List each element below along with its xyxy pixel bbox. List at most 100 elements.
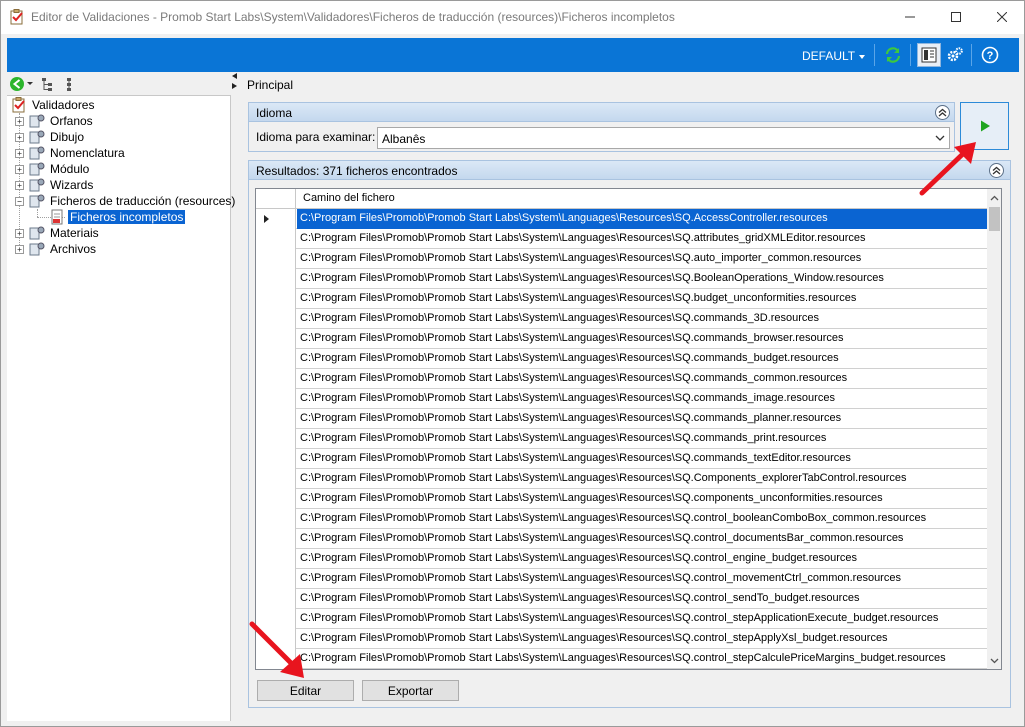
table-row[interactable]: C:\Program Files\Promob\Promob Start Lab… <box>256 629 987 649</box>
file-path-cell[interactable]: C:\Program Files\Promob\Promob Start Lab… <box>297 289 987 309</box>
edit-button[interactable]: Editar <box>257 680 354 701</box>
expand-tree-button[interactable] <box>40 76 56 92</box>
tree-root[interactable]: Validadores <box>11 97 96 113</box>
file-path-cell[interactable]: C:\Program Files\Promob\Promob Start Lab… <box>297 529 987 549</box>
file-path-cell[interactable]: C:\Program Files\Promob\Promob Start Lab… <box>297 469 987 489</box>
file-path-cell[interactable]: C:\Program Files\Promob\Promob Start Lab… <box>297 349 987 369</box>
file-path-cell[interactable]: C:\Program Files\Promob\Promob Start Lab… <box>297 229 987 249</box>
file-path-cell[interactable]: C:\Program Files\Promob\Promob Start Lab… <box>297 589 987 609</box>
tree-item-dibujo[interactable]: + Dibujo <box>15 129 86 145</box>
expand-plus-icon[interactable]: + <box>15 244 24 254</box>
table-row[interactable]: C:\Program Files\Promob\Promob Start Lab… <box>256 289 987 309</box>
row-header[interactable] <box>256 369 296 389</box>
row-header[interactable] <box>256 469 296 489</box>
vertical-scrollbar[interactable] <box>987 189 1001 669</box>
row-header[interactable] <box>256 289 296 309</box>
table-row[interactable]: C:\Program Files\Promob\Promob Start Lab… <box>256 349 987 369</box>
row-header[interactable] <box>256 349 296 369</box>
expand-plus-icon[interactable]: + <box>15 180 24 190</box>
file-path-cell[interactable]: C:\Program Files\Promob\Promob Start Lab… <box>297 449 987 469</box>
table-row[interactable]: C:\Program Files\Promob\Promob Start Lab… <box>256 269 987 289</box>
row-header[interactable] <box>256 389 296 409</box>
row-header[interactable] <box>256 589 296 609</box>
table-row[interactable]: C:\Program Files\Promob\Promob Start Lab… <box>256 489 987 509</box>
tab-principal[interactable]: Principal <box>247 78 293 92</box>
collapse-idioma-button[interactable] <box>935 105 950 120</box>
file-path-cell[interactable]: C:\Program Files\Promob\Promob Start Lab… <box>297 429 987 449</box>
expand-plus-icon[interactable]: + <box>15 164 24 174</box>
file-path-cell[interactable]: C:\Program Files\Promob\Promob Start Lab… <box>297 609 987 629</box>
table-row[interactable]: C:\Program Files\Promob\Promob Start Lab… <box>256 369 987 389</box>
tree-item-archivos[interactable]: + Archivos <box>15 241 98 257</box>
row-header[interactable] <box>256 209 296 229</box>
scroll-up-button[interactable] <box>987 189 1001 206</box>
collapse-tree-button[interactable] <box>62 76 78 92</box>
table-row[interactable]: C:\Program Files\Promob\Promob Start Lab… <box>256 569 987 589</box>
expand-plus-icon[interactable]: + <box>15 228 24 238</box>
scroll-down-button[interactable] <box>987 652 1001 669</box>
profile-dropdown[interactable]: DEFAULT <box>802 49 866 63</box>
tree-item-ficheros-traduccion[interactable]: − Ficheros de traducción (resources) <box>15 193 237 209</box>
tree-item-nomenclatura[interactable]: + Nomenclatura <box>15 145 127 161</box>
table-row[interactable]: C:\Program Files\Promob\Promob Start Lab… <box>256 209 987 229</box>
row-header[interactable] <box>256 429 296 449</box>
refresh-button[interactable] <box>881 43 905 67</box>
table-row[interactable]: C:\Program Files\Promob\Promob Start Lab… <box>256 649 987 669</box>
table-row[interactable]: C:\Program Files\Promob\Promob Start Lab… <box>256 229 987 249</box>
table-row[interactable]: C:\Program Files\Promob\Promob Start Lab… <box>256 469 987 489</box>
tree-item-materiais[interactable]: + Materiais <box>15 225 101 241</box>
tree-item-modulo[interactable]: + Módulo <box>15 161 91 177</box>
export-button[interactable]: Exportar <box>362 680 459 701</box>
file-path-cell[interactable]: C:\Program Files\Promob\Promob Start Lab… <box>297 209 987 229</box>
file-path-cell[interactable]: C:\Program Files\Promob\Promob Start Lab… <box>297 249 987 269</box>
table-row[interactable]: C:\Program Files\Promob\Promob Start Lab… <box>256 589 987 609</box>
minimize-button[interactable] <box>887 1 933 33</box>
row-header[interactable] <box>256 489 296 509</box>
file-path-cell[interactable]: C:\Program Files\Promob\Promob Start Lab… <box>297 489 987 509</box>
column-header-path[interactable]: Camino del fichero <box>303 192 395 204</box>
idioma-select[interactable]: Albanês <box>377 127 950 149</box>
help-button[interactable]: ? <box>978 43 1002 67</box>
table-row[interactable]: C:\Program Files\Promob\Promob Start Lab… <box>256 389 987 409</box>
row-header[interactable] <box>256 449 296 469</box>
table-row[interactable]: C:\Program Files\Promob\Promob Start Lab… <box>256 509 987 529</box>
file-path-cell[interactable]: C:\Program Files\Promob\Promob Start Lab… <box>297 309 987 329</box>
file-path-cell[interactable]: C:\Program Files\Promob\Promob Start Lab… <box>297 549 987 569</box>
expand-plus-icon[interactable]: + <box>15 132 24 142</box>
row-header[interactable] <box>256 229 296 249</box>
file-path-cell[interactable]: C:\Program Files\Promob\Promob Start Lab… <box>297 389 987 409</box>
file-path-cell[interactable]: C:\Program Files\Promob\Promob Start Lab… <box>297 509 987 529</box>
table-row[interactable]: C:\Program Files\Promob\Promob Start Lab… <box>256 529 987 549</box>
file-path-cell[interactable]: C:\Program Files\Promob\Promob Start Lab… <box>297 409 987 429</box>
table-row[interactable]: C:\Program Files\Promob\Promob Start Lab… <box>256 429 987 449</box>
row-header[interactable] <box>256 409 296 429</box>
close-button[interactable] <box>979 1 1025 33</box>
back-button[interactable] <box>9 76 25 92</box>
file-path-cell[interactable]: C:\Program Files\Promob\Promob Start Lab… <box>297 629 987 649</box>
row-header[interactable] <box>256 529 296 549</box>
table-row[interactable]: C:\Program Files\Promob\Promob Start Lab… <box>256 249 987 269</box>
row-header[interactable] <box>256 329 296 349</box>
expand-plus-icon[interactable]: + <box>15 148 24 158</box>
table-row[interactable]: C:\Program Files\Promob\Promob Start Lab… <box>256 409 987 429</box>
tree-item-orfanos[interactable]: + Orfanos <box>15 113 95 129</box>
row-header[interactable] <box>256 309 296 329</box>
row-header[interactable] <box>256 569 296 589</box>
back-dropdown[interactable] <box>25 76 35 92</box>
panel-splitter[interactable] <box>230 72 240 92</box>
table-row[interactable]: C:\Program Files\Promob\Promob Start Lab… <box>256 549 987 569</box>
row-header[interactable] <box>256 249 296 269</box>
row-header[interactable] <box>256 269 296 289</box>
file-path-cell[interactable]: C:\Program Files\Promob\Promob Start Lab… <box>297 649 987 669</box>
layout-panel-button[interactable] <box>917 43 941 67</box>
table-row[interactable]: C:\Program Files\Promob\Promob Start Lab… <box>256 309 987 329</box>
table-row[interactable]: C:\Program Files\Promob\Promob Start Lab… <box>256 609 987 629</box>
row-header[interactable] <box>256 509 296 529</box>
collapse-minus-icon[interactable]: − <box>15 196 24 206</box>
settings-button[interactable] <box>943 43 967 67</box>
table-row[interactable]: C:\Program Files\Promob\Promob Start Lab… <box>256 329 987 349</box>
file-path-cell[interactable]: C:\Program Files\Promob\Promob Start Lab… <box>297 369 987 389</box>
tree-item-ficheros-incompletos[interactable]: Ficheros incompletos <box>49 209 186 225</box>
maximize-button[interactable] <box>933 1 979 33</box>
expand-plus-icon[interactable]: + <box>15 116 24 126</box>
